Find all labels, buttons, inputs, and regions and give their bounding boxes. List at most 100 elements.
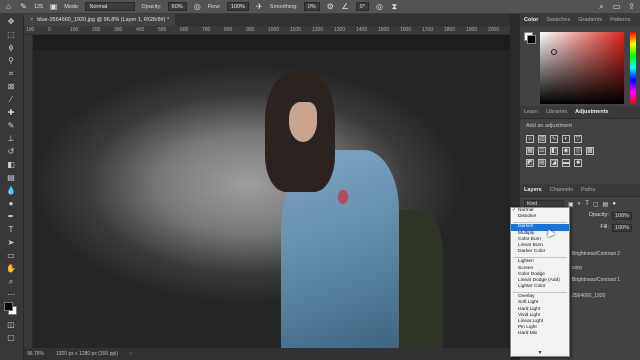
zoom-tool-icon[interactable]: ⌕ [4,276,18,288]
document-info[interactable]: 1920 px x 1280 px (300 ppi) [56,348,118,360]
pressure-opacity-icon[interactable]: ◎ [193,2,202,11]
layer-row[interactable]: Brightness/Contrast 1 [572,277,640,283]
more-tools-icon[interactable]: ⋯ [4,289,18,301]
blend-mode-option[interactable]: Dissolve [511,214,569,220]
adjustment-filter-icon[interactable]: ◐ [578,201,582,207]
foreground-color-swatch[interactable] [4,302,13,311]
quick-select-tool-icon[interactable]: ⚲ [4,55,18,67]
lasso-tool-icon[interactable]: ϕ [4,42,18,54]
tab-libraries[interactable]: Libraries [546,109,567,115]
photo-filter-icon[interactable]: ◉ [562,147,570,155]
exposure-icon[interactable]: ◐ [562,135,570,143]
color-balance-icon[interactable]: ⚖ [538,147,546,155]
curves-icon[interactable]: ∿ [550,135,558,143]
opacity-field[interactable]: 100% [611,212,632,220]
tab-channels[interactable]: Channels [550,187,573,193]
posterize-icon[interactable]: ▤ [538,159,546,167]
brush-tool-icon[interactable]: ✎ [19,2,28,11]
black-white-icon[interactable]: ◧ [550,147,558,155]
home-icon[interactable]: ⌂ [4,2,13,11]
shape-tool-icon[interactable]: ▭ [4,250,18,262]
smoothing-field[interactable]: 0% [303,2,320,11]
blend-mode-option[interactable]: Lighter Color [511,284,569,290]
share-icon[interactable]: ⇪ [627,2,636,11]
screen-mode-icon[interactable]: ▢ [4,332,18,344]
move-tool-icon[interactable]: ✥ [4,16,18,28]
path-select-tool-icon[interactable]: ➤ [4,237,18,249]
color-picker-ring[interactable] [551,49,557,55]
tab-learn[interactable]: Learn [524,109,538,115]
vibrance-icon[interactable]: ▽ [574,135,582,143]
pen-tool-icon[interactable]: ✒ [4,211,18,223]
adjustments-grid: ☼ ▥ ∿ ◐ ▽ ▦ ⚖ ◧ ◉ ◎ ▩ ◩ ▤ ◪ ▬ ■ [526,135,626,171]
zoom-level[interactable]: 96.76% [27,348,44,360]
shape-filter-icon[interactable]: ▢ [593,201,599,208]
type-tool-icon[interactable]: T [4,224,18,236]
document-image[interactable] [33,50,510,348]
brush-size[interactable]: 125 [34,4,43,10]
opacity-field[interactable]: 60% [167,2,187,11]
marquee-tool-icon[interactable]: ⬚ [4,29,18,41]
hue-slider[interactable] [630,32,636,104]
clone-stamp-tool-icon[interactable]: ⊥ [4,133,18,145]
hand-tool-icon[interactable]: ✋ [4,263,18,275]
angle-field[interactable]: 0° [355,2,369,11]
eraser-tool-icon[interactable]: ◧ [4,159,18,171]
symmetry-icon[interactable]: ⧗ [390,2,399,11]
crop-tool-icon[interactable]: ⌗ [4,68,18,80]
brightness-contrast-icon[interactable]: ☼ [526,135,534,143]
background-swatch[interactable] [527,35,536,44]
quick-mask-icon[interactable]: ◫ [4,319,18,331]
horizontal-ruler[interactable]: 100 0 100 200 300 400 500 600 700 800 90… [24,26,510,35]
brush-tool-icon[interactable]: ✎ [4,120,18,132]
tab-color[interactable]: Color [524,17,538,23]
type-filter-icon[interactable]: T [585,201,589,207]
flow-field[interactable]: 100% [226,2,249,11]
layer-row[interactable]: 2564660_1920 [572,293,640,299]
hue-saturation-icon[interactable]: ▦ [526,147,534,155]
document-tab[interactable]: × blue-2564660_1920.jpg @ 96.8% (Layer 1… [24,14,176,26]
fill-field[interactable]: 100% [611,224,632,232]
gradient-tool-icon[interactable]: ▤ [4,172,18,184]
gear-icon[interactable]: ⚙ [326,2,335,11]
airbrush-icon[interactable]: ✈ [255,2,264,11]
selective-color-icon[interactable]: ■ [574,159,582,167]
mode-select[interactable]: Normal [85,2,136,11]
canvas-area[interactable] [33,35,510,348]
tab-swatches[interactable]: Swatches [546,17,570,23]
eyedropper-tool-icon[interactable]: ⁄ [4,94,18,106]
levels-icon[interactable]: ▥ [538,135,546,143]
brush-settings-icon[interactable]: ▣ [49,2,58,11]
ruler-tick: 300 [114,27,123,33]
status-arrow[interactable]: › [130,348,132,360]
gradient-map-icon[interactable]: ▬ [562,159,570,167]
tab-gradients[interactable]: Gradients [578,17,602,23]
tab-patterns[interactable]: Patterns [610,17,630,23]
layer-row[interactable]: copy [572,265,640,271]
invert-icon[interactable]: ◩ [526,159,534,167]
scroll-down-arrow-icon[interactable]: ▼ [511,351,569,356]
healing-tool-icon[interactable]: ✚ [4,107,18,119]
search-icon[interactable]: ⌕ [597,2,606,11]
channel-mixer-icon[interactable]: ◎ [574,147,582,155]
close-icon[interactable]: × [30,14,33,26]
tab-layers[interactable]: Layers [524,187,542,193]
color-lookup-icon[interactable]: ▩ [586,147,594,155]
blend-mode-option[interactable]: Hard Mix [511,331,569,337]
workspace-icon[interactable]: ▭ [612,2,621,11]
threshold-icon[interactable]: ◪ [550,159,558,167]
history-brush-tool-icon[interactable]: ↺ [4,146,18,158]
blend-mode-option[interactable]: Darker Color [511,249,569,255]
filter-toggle-icon[interactable]: ● [612,201,616,207]
vertical-ruler[interactable] [24,35,33,348]
frame-tool-icon[interactable]: ⊠ [4,81,18,93]
layer-row[interactable]: Brightness/Contrast 2 [572,251,640,257]
dodge-tool-icon[interactable]: ● [4,198,18,210]
blend-mode-dropdown[interactable]: ✓ Normal Dissolve Darken Multiply Color B… [510,207,570,357]
pressure-size-icon[interactable]: ◎ [375,2,384,11]
tab-paths[interactable]: Paths [581,187,595,193]
smart-object-filter-icon[interactable]: ▤ [603,201,609,208]
color-picker-field[interactable] [540,32,624,104]
tab-adjustments[interactable]: Adjustments [575,109,608,115]
blur-tool-icon[interactable]: 💧 [4,185,18,197]
